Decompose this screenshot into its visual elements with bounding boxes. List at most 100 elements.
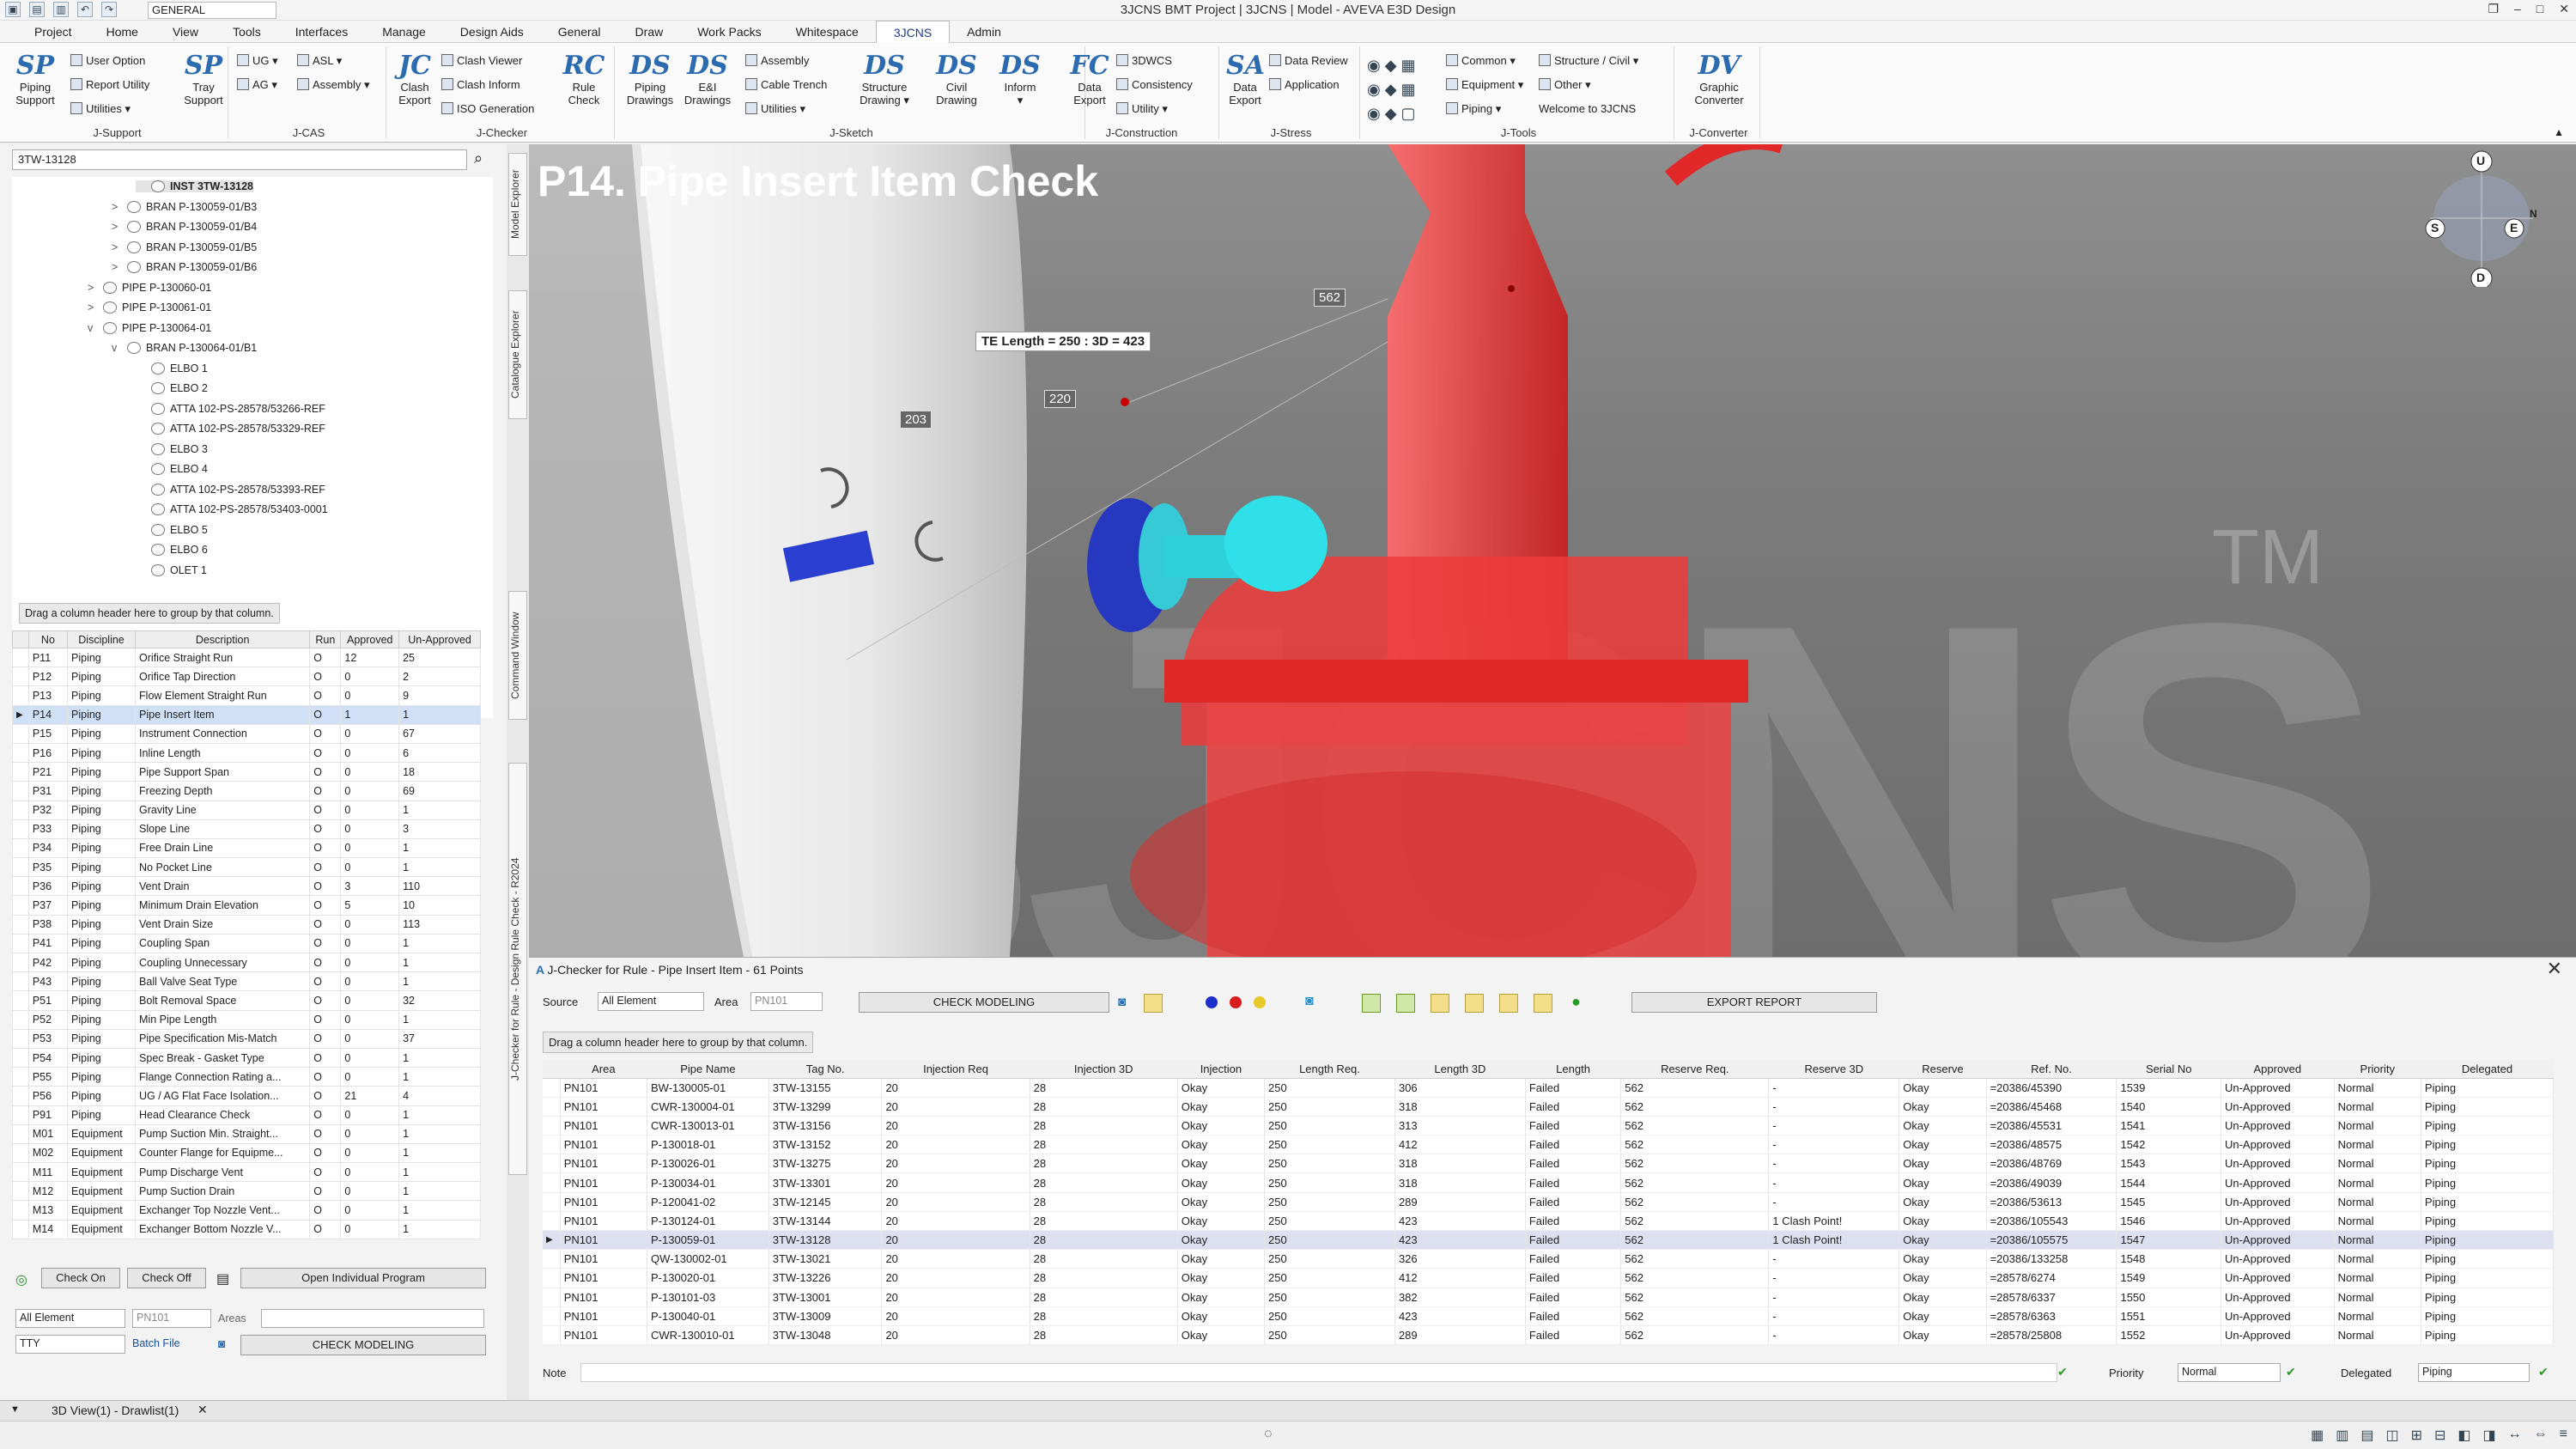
tree-node[interactable]: ELBO 2 bbox=[136, 382, 208, 394]
result-row[interactable]: PN101 BW-130005-01 3TW-13155 20 28 Okay 250 306… bbox=[543, 1078, 2555, 1098]
tree-expander-icon[interactable]: > bbox=[112, 241, 127, 253]
result-row[interactable]: PN101 P-130101-03 3TW-13001 20 28 Okay 250 382 F… bbox=[543, 1288, 2555, 1307]
source-select[interactable]: All Element bbox=[598, 992, 704, 1011]
graphic-converter-button[interactable]: DV Graphic Converter bbox=[1685, 52, 1753, 107]
rule-row[interactable]: P15 Piping Instrument Connection O 0 67 bbox=[12, 723, 481, 744]
rule-row[interactable]: M13 Equipment Exchanger Top Nozzle Vent...… bbox=[12, 1200, 481, 1221]
tree-expander-icon[interactable]: v bbox=[88, 322, 103, 334]
accept-icon[interactable]: ● bbox=[1571, 993, 1581, 1011]
tree-node[interactable]: ELBO 3 bbox=[136, 442, 208, 455]
rule-row[interactable]: P37 Piping Minimum Drain Elevation O 5 10 bbox=[12, 895, 481, 916]
menu-admin[interactable]: Admin bbox=[950, 21, 1018, 43]
cable-trench-button[interactable]: Cable Trench bbox=[745, 76, 827, 94]
rule-row[interactable]: P53 Piping Pipe Specification Mis-Match O 0 3… bbox=[12, 1028, 481, 1049]
rule-row[interactable]: P13 Piping Flow Element Straight Run O 0 9 bbox=[12, 685, 481, 706]
rule-row[interactable]: M12 Equipment Pump Suction Drain O 0 1 bbox=[12, 1181, 481, 1202]
menu-design-aids[interactable]: Design Aids bbox=[443, 21, 541, 43]
result-column-header[interactable]: Length 3D bbox=[1394, 1061, 1526, 1079]
fit-icon[interactable] bbox=[1396, 994, 1415, 1013]
tree-node[interactable]: OLET 1 bbox=[136, 563, 207, 576]
rule-row[interactable]: P52 Piping Min Pipe Length O 0 1 bbox=[12, 1009, 481, 1030]
rule-column-header[interactable]: Discipline bbox=[66, 630, 137, 648]
tree-expander-icon[interactable]: v bbox=[112, 342, 127, 354]
asl-button[interactable]: ASL ▾ bbox=[297, 52, 342, 70]
priority-select[interactable]: Normal bbox=[2178, 1363, 2281, 1382]
result-row[interactable]: PN101 P-120041-02 3TW-12145 20 28 Okay 250 289 F… bbox=[543, 1192, 2555, 1212]
welcome-button[interactable]: Welcome to 3JCNS bbox=[1539, 100, 1636, 119]
rule-column-header[interactable]: Approved bbox=[340, 630, 400, 648]
compass-east[interactable]: E bbox=[2510, 221, 2518, 234]
check-off-button[interactable]: Check Off bbox=[127, 1268, 206, 1288]
export-report-button[interactable]: EXPORT REPORT bbox=[1631, 992, 1877, 1013]
priority-confirm-icon[interactable]: ✔ bbox=[2286, 1365, 2296, 1379]
piping-support-button[interactable]: SP Piping Support bbox=[10, 52, 60, 107]
search-icon[interactable]: ⌕ bbox=[474, 149, 483, 167]
status-icon-10[interactable]: ⇔ bbox=[2534, 1427, 2548, 1444]
tree-expander-icon[interactable]: > bbox=[112, 261, 127, 273]
result-column-header[interactable]: Pipe Name bbox=[647, 1061, 769, 1079]
capture-icon[interactable]: ◙ bbox=[1305, 994, 1314, 1009]
tree-node[interactable]: INST 3TW-13128 bbox=[136, 180, 254, 192]
menu-tools[interactable]: Tools bbox=[216, 21, 278, 43]
tree-node[interactable]: v BRAN P-130064-01/B1 bbox=[112, 342, 257, 354]
rule-row[interactable]: M11 Equipment Pump Discharge Vent O 0 1 bbox=[12, 1162, 481, 1183]
compass-up[interactable]: U bbox=[2476, 154, 2485, 167]
iso-generation-button[interactable]: ISO Generation bbox=[441, 100, 534, 119]
rule-row[interactable]: P91 Piping Head Clearance Check O 0 1 bbox=[12, 1105, 481, 1125]
element-filter-select[interactable]: All Element bbox=[15, 1309, 125, 1328]
rule-row[interactable]: P54 Piping Spec Break - Gasket Type O 0 1 bbox=[12, 1047, 481, 1068]
check-on-button[interactable]: Check On bbox=[41, 1268, 120, 1288]
export-list-icon[interactable] bbox=[1465, 994, 1484, 1013]
result-row[interactable]: PN101 P-130026-01 3TW-13275 20 28 Okay 250 318 F… bbox=[543, 1154, 2555, 1174]
rule-row[interactable]: P42 Piping Coupling Unnecessary O 0 1 bbox=[12, 952, 481, 973]
jchecker-close-icon[interactable]: ✕ bbox=[2547, 958, 2562, 980]
edit-icon[interactable] bbox=[1499, 994, 1518, 1013]
blue-color-icon[interactable] bbox=[1206, 996, 1218, 1008]
rule-row[interactable]: P43 Piping Ball Valve Seat Type O 0 1 bbox=[12, 971, 481, 992]
tab-model-explorer[interactable]: Model Explorer bbox=[508, 153, 527, 256]
tree-node[interactable]: > PIPE P-130061-01 bbox=[88, 301, 211, 314]
rule-row[interactable]: P33 Piping Slope Line O 0 3 bbox=[12, 819, 481, 839]
tree-node[interactable]: ELBO 1 bbox=[136, 362, 208, 374]
tab-catalogue-explorer[interactable]: Catalogue Explorer bbox=[508, 290, 527, 419]
delegated-select[interactable]: Piping bbox=[2418, 1363, 2530, 1382]
camera-icon[interactable]: ◙ bbox=[218, 1336, 225, 1350]
rule-column-header[interactable]: Un-Approved bbox=[398, 630, 481, 648]
result-column-header[interactable]: Length Req. bbox=[1264, 1061, 1395, 1079]
status-icon-5[interactable]: ⊞ bbox=[2411, 1427, 2422, 1444]
project-selector[interactable]: GENERAL bbox=[148, 2, 276, 19]
status-icon-9[interactable]: ↔ bbox=[2508, 1427, 2522, 1444]
tree-node[interactable]: > BRAN P-130059-01/B5 bbox=[112, 240, 257, 253]
clash-inform-button[interactable]: Clash Inform bbox=[441, 76, 520, 94]
open-individual-program-button[interactable]: Open Individual Program bbox=[240, 1268, 486, 1288]
jsupport-utilities-button[interactable]: Utilities ▾ bbox=[70, 100, 131, 119]
result-row[interactable]: PN101 P-130020-01 3TW-13226 20 28 Okay 250 412 F… bbox=[543, 1268, 2555, 1288]
rule-column-header[interactable]: Description bbox=[135, 630, 311, 648]
compass-north[interactable]: N bbox=[2530, 208, 2537, 220]
rule-row[interactable]: P12 Piping Orifice Tap Direction O 0 2 bbox=[12, 667, 481, 687]
status-icon-3[interactable]: ▤ bbox=[2360, 1427, 2373, 1444]
rule-row[interactable]: P16 Piping Inline Length O 0 6 bbox=[12, 742, 481, 764]
status-icon-6[interactable]: ⊟ bbox=[2434, 1427, 2445, 1444]
rule-row[interactable]: P51 Piping Bolt Removal Space O 0 32 bbox=[12, 990, 481, 1011]
undo-icon[interactable]: ↶ bbox=[77, 2, 93, 17]
zoom-icon[interactable] bbox=[1362, 994, 1381, 1013]
result-row[interactable]: PN101 P-130040-01 3TW-13009 20 28 Okay 250 423 F… bbox=[543, 1306, 2555, 1326]
save-icon[interactable]: ▤ bbox=[29, 2, 45, 17]
tree-node[interactable]: > BRAN P-130059-01/B6 bbox=[112, 261, 257, 273]
tree-node[interactable]: v PIPE P-130064-01 bbox=[88, 321, 211, 334]
common-button[interactable]: Common ▾ bbox=[1446, 52, 1516, 70]
data-review-button[interactable]: Data Review bbox=[1269, 52, 1348, 70]
status-icon-2[interactable]: ▥ bbox=[2336, 1427, 2348, 1444]
rule-column-header[interactable]: Run bbox=[309, 630, 342, 648]
civil-drawing-button[interactable]: DS Civil Drawing bbox=[929, 52, 984, 107]
collapse-ribbon-icon[interactable]: ▲ bbox=[2554, 126, 2564, 138]
ug-button[interactable]: UG ▾ bbox=[237, 52, 278, 70]
batch-file-link[interactable]: Batch File bbox=[132, 1337, 180, 1349]
3d-viewport[interactable]: 3JCNS TM P14. Pipe Insert Item Check TE … bbox=[529, 144, 2576, 957]
tree-node[interactable]: > BRAN P-130059-01/B4 bbox=[112, 221, 257, 233]
tree-node[interactable]: ELBO 6 bbox=[136, 544, 208, 556]
rule-row[interactable]: P41 Piping Coupling Span O 0 1 bbox=[12, 933, 481, 954]
menu-general[interactable]: General bbox=[541, 21, 618, 43]
jcas-assembly-button[interactable]: Assembly ▾ bbox=[297, 76, 370, 94]
